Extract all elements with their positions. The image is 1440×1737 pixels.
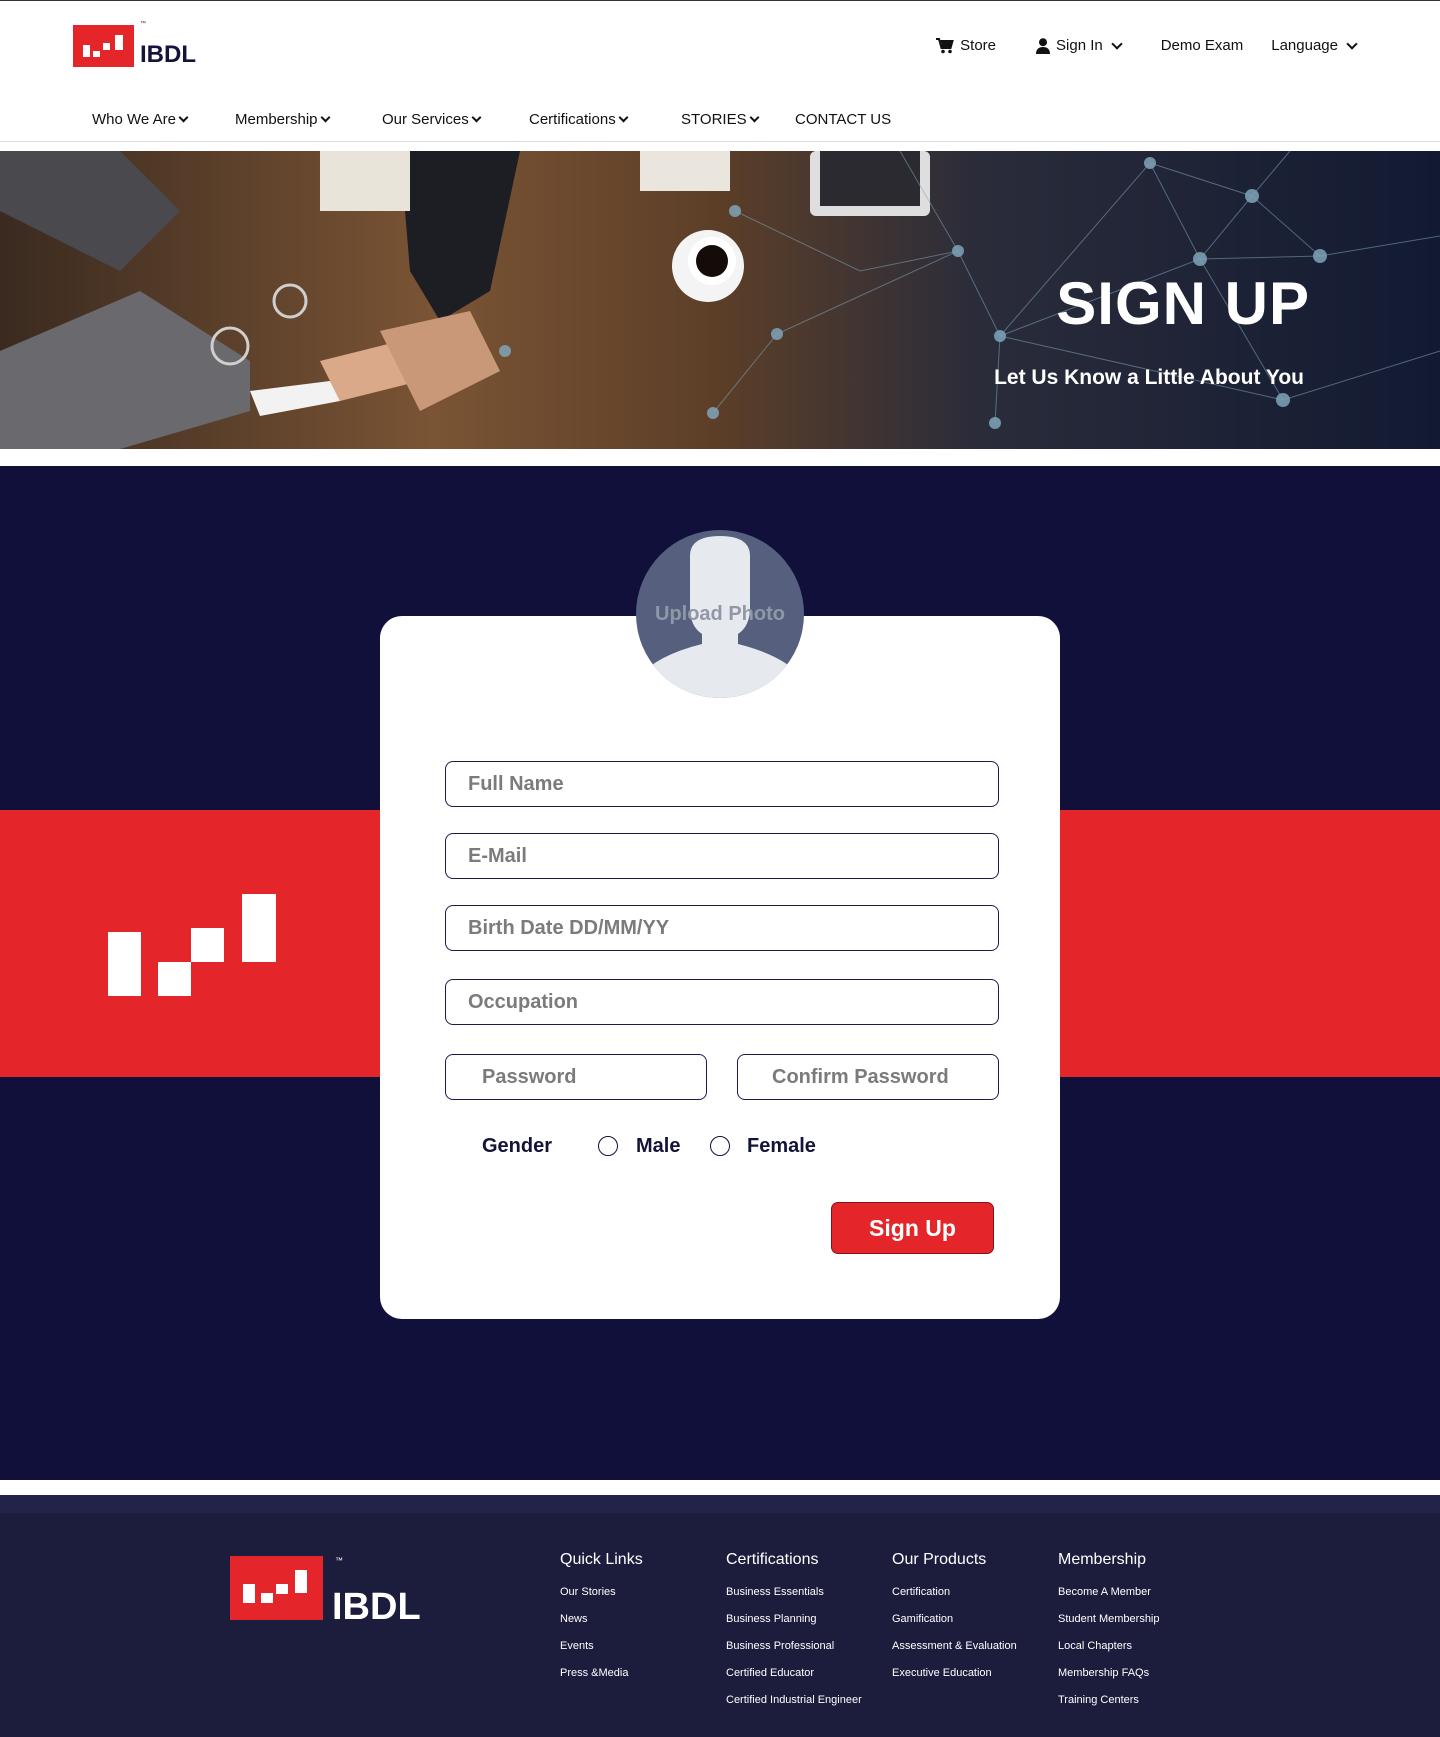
footer-link[interactable]: Business Planning bbox=[726, 1606, 862, 1633]
chevron-down-icon bbox=[1111, 37, 1123, 50]
footer-col-title: Certifications bbox=[726, 1551, 819, 1568]
site-header: IBDL ™ Store Sign In Demo Exam Language … bbox=[0, 1, 1440, 142]
occupation-input[interactable] bbox=[468, 990, 998, 1014]
chevron-down-icon bbox=[178, 112, 189, 123]
password-field[interactable] bbox=[445, 1054, 707, 1100]
footer-col-quick-links: Quick Links Our Stories News Events Pres… bbox=[560, 1551, 643, 1687]
nav-membership[interactable]: Membership bbox=[235, 111, 382, 128]
full-name-input[interactable] bbox=[468, 772, 998, 796]
utility-nav: Store Sign In Demo Exam Language bbox=[936, 37, 1358, 54]
email-field[interactable] bbox=[445, 833, 999, 879]
footer-link[interactable]: Certified Industrial Engineer bbox=[726, 1687, 862, 1714]
sign-in-menu[interactable]: Sign In bbox=[1036, 37, 1123, 54]
nav-our-services[interactable]: Our Services bbox=[382, 111, 529, 128]
footer-link[interactable]: Assessment & Evaluation bbox=[892, 1633, 1017, 1660]
nav-label: CONTACT US bbox=[795, 111, 892, 128]
birth-date-input[interactable] bbox=[468, 916, 998, 940]
footer-link[interactable]: Membership FAQs bbox=[1058, 1660, 1160, 1687]
footer-col-our-products: Our Products Certification Gamification … bbox=[892, 1551, 1017, 1687]
hero-banner: SIGN UP Let Us Know a Little About You bbox=[0, 151, 1440, 449]
footer-logo-text: IBDL bbox=[332, 1586, 421, 1628]
footer-col-title: Membership bbox=[1058, 1551, 1147, 1568]
footer-col-title: Quick Links bbox=[560, 1551, 643, 1568]
footer-link[interactable]: Local Chapters bbox=[1058, 1633, 1160, 1660]
trademark: ™ bbox=[335, 1556, 343, 1565]
nav-label: Who We Are bbox=[92, 111, 176, 128]
chevron-down-icon bbox=[320, 112, 330, 123]
nav-who-we-are[interactable]: Who We Are bbox=[92, 111, 235, 128]
main-nav: Who We Are Membership Our Services Certi… bbox=[92, 111, 891, 128]
footer-link[interactable]: Press &Media bbox=[560, 1660, 643, 1687]
demo-exam-link[interactable]: Demo Exam bbox=[1161, 37, 1244, 54]
chevron-down-icon bbox=[471, 112, 482, 123]
footer-link[interactable]: Certification bbox=[892, 1579, 1017, 1606]
email-input[interactable] bbox=[468, 844, 998, 868]
language-menu[interactable]: Language bbox=[1271, 37, 1358, 54]
user-icon bbox=[1036, 37, 1051, 54]
hero-title: SIGN UP bbox=[1056, 270, 1310, 337]
footer-link[interactable]: News bbox=[560, 1606, 643, 1633]
footer-link[interactable]: Events bbox=[560, 1633, 643, 1660]
nav-certifications[interactable]: Certifications bbox=[529, 111, 681, 128]
footer-link[interactable]: Training Centers bbox=[1058, 1687, 1160, 1714]
occupation-field[interactable] bbox=[445, 979, 999, 1025]
footer-link[interactable]: Our Stories bbox=[560, 1579, 643, 1606]
nav-label: Certifications bbox=[529, 111, 616, 128]
hero-subtitle: Let Us Know a Little About You bbox=[994, 366, 1304, 389]
footer-link[interactable]: Business Professional bbox=[726, 1633, 862, 1660]
gender-male-radio[interactable] bbox=[598, 1136, 618, 1156]
footer-col-title: Our Products bbox=[892, 1551, 987, 1568]
sign-in-label: Sign In bbox=[1056, 37, 1103, 54]
footer-link[interactable]: Executive Education bbox=[892, 1660, 1017, 1687]
brand-logo[interactable]: IBDL bbox=[73, 25, 196, 67]
confirm-password-input[interactable] bbox=[772, 1065, 998, 1089]
chevron-down-icon bbox=[618, 112, 629, 123]
footer-top-strip bbox=[0, 1495, 1440, 1513]
nav-contact-us[interactable]: CONTACT US bbox=[795, 111, 891, 128]
store-link[interactable]: Store bbox=[936, 37, 996, 54]
sign-up-button[interactable]: Sign Up bbox=[831, 1202, 994, 1254]
gender-label: Gender bbox=[482, 1135, 553, 1157]
gender-female-label: Female bbox=[747, 1135, 816, 1157]
nav-label: Membership bbox=[235, 111, 318, 128]
logo-mark-icon bbox=[108, 894, 276, 996]
logo-mark-icon bbox=[73, 25, 134, 67]
nav-stories[interactable]: STORIES bbox=[681, 111, 795, 128]
chevron-down-icon bbox=[1346, 37, 1358, 50]
language-label: Language bbox=[1271, 37, 1338, 54]
password-input[interactable] bbox=[482, 1065, 706, 1089]
full-name-field[interactable] bbox=[445, 761, 999, 807]
trademark: ™ bbox=[140, 21, 146, 27]
site-footer bbox=[0, 1495, 1440, 1737]
footer-col-membership: Membership Become A Member Student Membe… bbox=[1058, 1551, 1160, 1714]
demo-exam-label: Demo Exam bbox=[1160, 37, 1244, 54]
confirm-password-field[interactable] bbox=[737, 1054, 999, 1100]
upload-photo-label: Upload Photo bbox=[655, 603, 785, 625]
gender-female-radio[interactable] bbox=[710, 1136, 730, 1156]
upload-photo-button[interactable]: Upload Photo bbox=[636, 530, 804, 698]
footer-link[interactable]: Become A Member bbox=[1058, 1579, 1160, 1606]
footer-col-certifications: Certifications Business Essentials Busin… bbox=[726, 1551, 862, 1714]
footer-link[interactable]: Gamification bbox=[892, 1606, 1017, 1633]
nav-label: Our Services bbox=[382, 111, 469, 128]
logo-text: IBDL bbox=[140, 41, 196, 68]
footer-link[interactable]: Certified Educator bbox=[726, 1660, 862, 1687]
chevron-down-icon bbox=[749, 112, 760, 123]
store-label: Store bbox=[960, 37, 997, 54]
footer-link[interactable]: Student Membership bbox=[1058, 1606, 1160, 1633]
nav-label: STORIES bbox=[681, 111, 747, 128]
logo-mark-icon bbox=[230, 1556, 323, 1620]
birth-date-field[interactable] bbox=[445, 905, 999, 951]
footer-link[interactable]: Business Essentials bbox=[726, 1579, 862, 1606]
cart-icon bbox=[936, 37, 954, 53]
gender-male-label: Male bbox=[636, 1135, 681, 1157]
